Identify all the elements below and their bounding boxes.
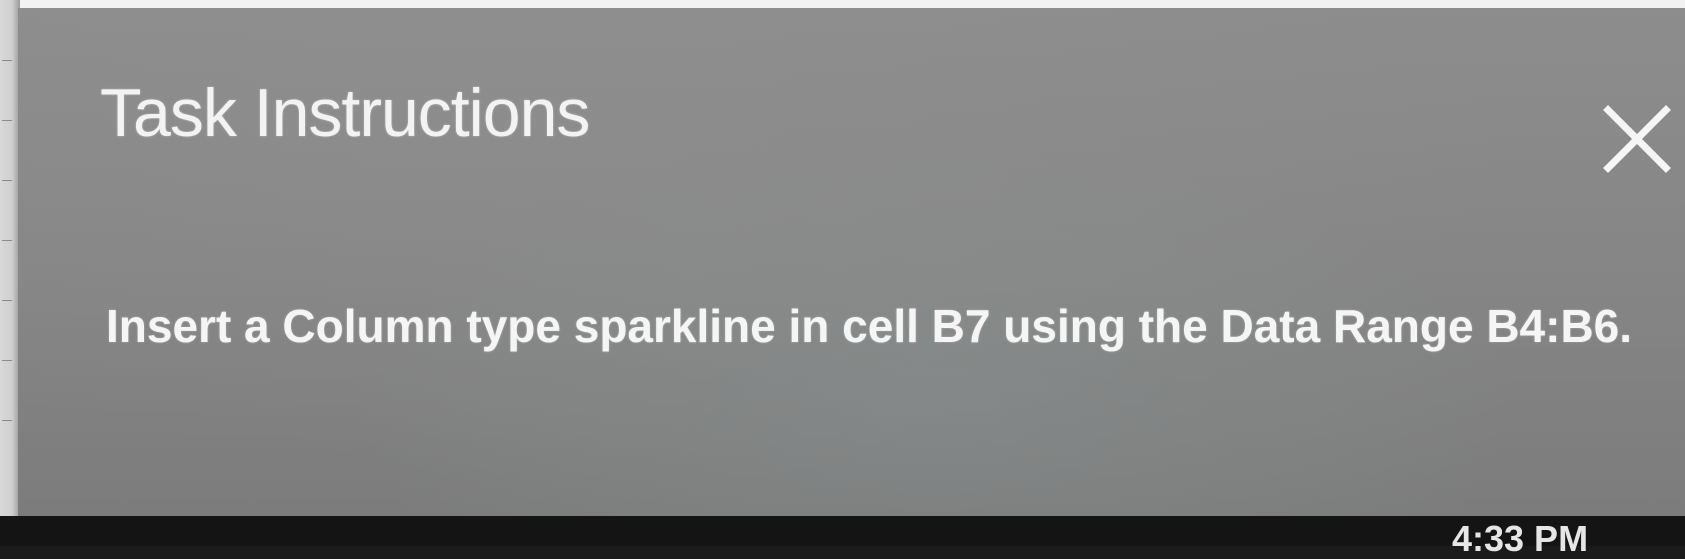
spreadsheet-left-edge (0, 0, 20, 546)
gridline (2, 300, 12, 301)
taskbar (0, 516, 1685, 546)
task-instruction-text: Insert a Column type sparkline in cell B… (106, 300, 1633, 352)
close-button[interactable] (1600, 102, 1674, 176)
gridline (2, 180, 12, 181)
gridline (2, 60, 12, 61)
close-icon (1603, 105, 1671, 173)
gridline (2, 360, 12, 361)
gridline (2, 120, 12, 121)
gridline (2, 420, 12, 421)
gridline (2, 240, 12, 241)
task-instructions-panel: Task Instructions Insert a Column type s… (18, 8, 1685, 516)
panel-title: Task Instructions (100, 75, 590, 151)
taskbar-clock[interactable]: 4:33 PM (1452, 521, 1588, 557)
